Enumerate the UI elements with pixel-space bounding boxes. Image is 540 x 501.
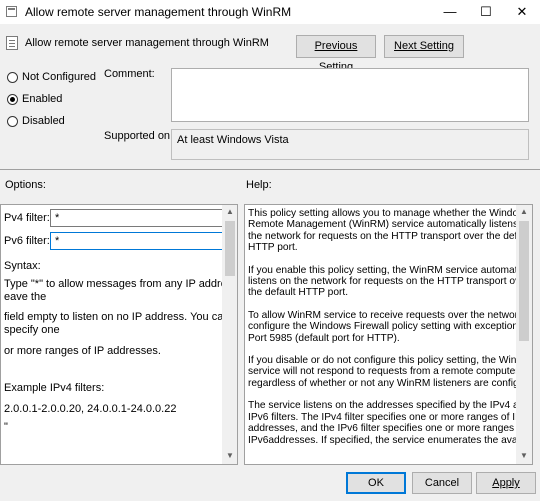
radio-enabled[interactable]: Enabled xyxy=(7,93,107,107)
help-scroll-up-icon[interactable]: ▲ xyxy=(516,207,532,216)
help-paragraph: If you disable or do not configure this … xyxy=(248,355,533,389)
ok-button[interactable]: OK xyxy=(346,472,406,494)
minimize-button[interactable]: — xyxy=(432,0,468,24)
help-line: Remote Management (WinRM) service automa… xyxy=(248,219,533,231)
help-text: This policy setting allows you to manage… xyxy=(248,208,533,457)
scroll-thumb[interactable] xyxy=(225,221,235,276)
help-scroll-thumb[interactable] xyxy=(519,221,529,341)
syntax-line-1: Type "*" to allow messages from any IP a… xyxy=(4,278,238,290)
next-setting-label: Next Setting xyxy=(394,40,454,52)
help-line: HTTP port. xyxy=(248,242,298,254)
field-line-1: field empty to listen on no IP address. … xyxy=(4,311,230,323)
help-panel: This policy setting allows you to manage… xyxy=(244,204,533,465)
help-line: the network for requests on the HTTP tra… xyxy=(248,230,533,242)
help-line: addresses, and the IPv6 filter specifies… xyxy=(248,423,526,435)
help-paragraph: This policy setting allows you to manage… xyxy=(248,208,533,254)
help-label: Help: xyxy=(246,179,272,191)
help-line: configure the Windows Firewall policy se… xyxy=(248,321,533,333)
help-scrollbar[interactable]: ▲ ▼ xyxy=(516,205,532,464)
help-line: service will not respond to requests fro… xyxy=(248,366,521,378)
next-setting-button[interactable]: Next Setting xyxy=(384,35,464,58)
help-line: This policy setting allows you to manage… xyxy=(248,208,531,219)
example-value: 2.0.0.1-2.0.0.20, 24.0.0.1-24.0.0.22 xyxy=(4,403,177,415)
policy-icon xyxy=(6,6,17,17)
radio-enabled-circle[interactable] xyxy=(7,94,18,105)
comment-field[interactable] xyxy=(171,68,529,122)
supported-on-field: At least Windows Vista xyxy=(171,129,529,160)
apply-button[interactable]: Apply xyxy=(476,472,536,494)
scroll-down-icon[interactable]: ▼ xyxy=(222,451,237,460)
maximize-button[interactable]: ☐ xyxy=(468,0,504,24)
options-label: Options: xyxy=(5,179,46,191)
help-line: If you disable or do not configure this … xyxy=(248,355,533,367)
help-line: Port 5985 (default port for HTTP). xyxy=(248,332,400,344)
options-panel: Pv4 filter: * Pv6 filter: * Syntax: Type… xyxy=(0,204,238,465)
ipv6-filter-input[interactable]: * xyxy=(50,232,224,250)
radio-enabled-label: Enabled xyxy=(22,93,63,105)
help-line: listens on the network for requests on t… xyxy=(248,276,530,288)
radio-not-configured-label: Not Configured xyxy=(22,71,96,83)
previous-setting-button[interactable]: Previous Setting xyxy=(296,35,376,73)
radio-disabled-circle[interactable] xyxy=(7,116,18,127)
help-line: The service listens on the addresses spe… xyxy=(248,400,531,412)
scroll-up-icon[interactable]: ▲ xyxy=(222,207,237,216)
options-scrollbar[interactable]: ▲ ▼ xyxy=(222,205,237,464)
trailing-text: " xyxy=(4,421,8,433)
radio-disabled-label: Disabled xyxy=(22,115,65,127)
ipv4-filter-label: Pv4 filter: xyxy=(4,212,50,224)
divider xyxy=(0,169,540,170)
supported-on-value: At least Windows Vista xyxy=(177,134,289,146)
help-paragraph: The service listens on the addresses spe… xyxy=(248,400,533,446)
ipv6-filter-label: Pv6 filter: xyxy=(4,235,50,247)
cancel-button[interactable]: Cancel xyxy=(412,472,472,494)
more-ranges-line: or more ranges of IP addresses. xyxy=(4,345,161,357)
help-line: IPv6 filters. The IPv4 filter specifies … xyxy=(248,411,533,423)
help-line: To allow WinRM service to receive reques… xyxy=(248,309,526,321)
ipv4-filter-input[interactable]: * xyxy=(50,209,224,227)
syntax-line-2: eave the xyxy=(4,291,47,303)
setting-icon xyxy=(6,36,18,50)
setting-title: Allow remote server management through W… xyxy=(25,37,269,49)
comment-label: Comment: xyxy=(104,68,155,80)
supported-on-label: Supported on: xyxy=(104,130,174,142)
field-line-2: specify one xyxy=(4,324,60,336)
help-line: If you enable this policy setting, the W… xyxy=(248,264,533,276)
radio-not-configured-circle[interactable] xyxy=(7,72,18,83)
example-label: Example IPv4 filters: xyxy=(4,382,105,394)
help-scroll-down-icon[interactable]: ▼ xyxy=(516,451,532,460)
window-title: Allow remote server management through W… xyxy=(25,5,292,19)
close-button[interactable]: ✕ xyxy=(504,0,540,24)
help-line: regardless of whether or not any WinRM l… xyxy=(248,377,533,389)
help-line: IPv6addresses. If specified, the service… xyxy=(248,434,533,446)
help-paragraph: To allow WinRM service to receive reques… xyxy=(248,309,533,344)
apply-label: Apply xyxy=(492,477,520,489)
radio-disabled[interactable]: Disabled xyxy=(7,115,107,129)
help-paragraph: If you enable this policy setting, the W… xyxy=(248,264,533,299)
radio-not-configured[interactable]: Not Configured xyxy=(7,71,107,85)
help-line: the default HTTP port. xyxy=(248,287,349,299)
syntax-label: Syntax: xyxy=(4,260,41,272)
